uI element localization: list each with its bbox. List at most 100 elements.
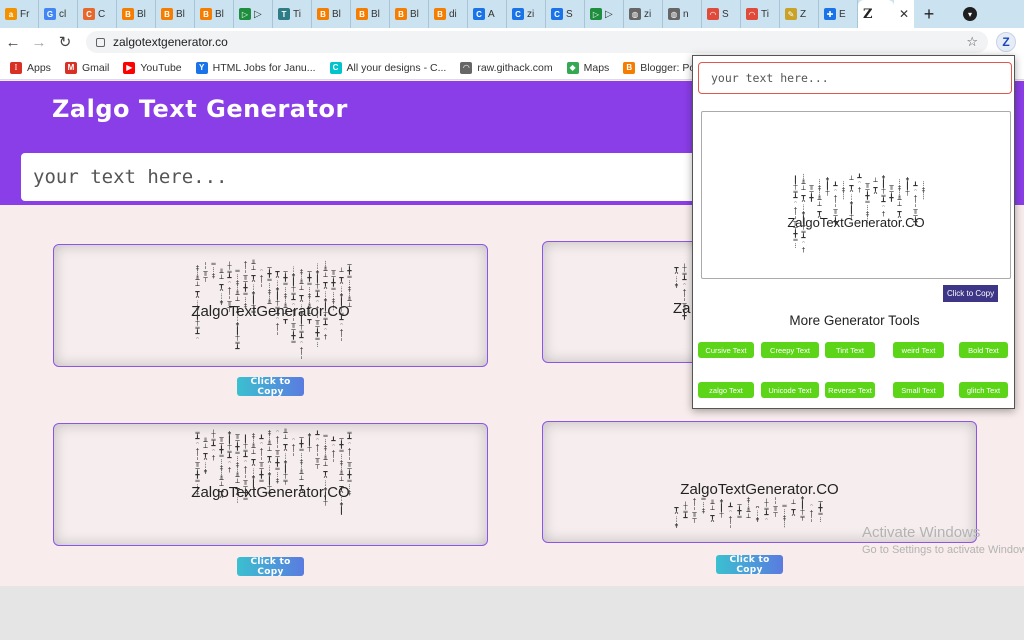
bookmark-item[interactable]: Y HTML Jobs for Janu... [195,61,316,74]
zalgo-glitch-marks: ┻ ᵔ † ╎ [331,437,336,463]
maps-icon: ◆ [566,61,579,74]
tool-button[interactable]: glitch Text [959,382,1008,398]
tab[interactable]: ◠ S [702,0,741,28]
tab[interactable]: ◍ zi [624,0,663,28]
youtube-icon: ▶ [123,61,136,74]
zalgo-glitch-marks: ┻ ᵔ † ╎ ╥ ┬ [315,431,320,469]
page-footer-area [0,586,1024,640]
bookmark-item[interactable]: ⁞ Apps [10,61,51,74]
address-bar[interactable]: zalgotextgenerator.co ☆ [86,31,988,53]
zalgo-glitch-marks: ┼ ╤ ┻ [683,502,688,522]
zalgo-glitch-marks: ǂ ┃ ┼ [825,176,830,196]
puzzle-icon: ✚ [824,8,836,20]
tab[interactable]: B Bl [312,0,351,28]
tool-button[interactable]: Creepy Text [761,342,819,358]
tab[interactable]: a Fr [0,0,39,28]
copy-button-3[interactable]: Click to Copy [237,557,304,577]
site-title: Zalgo Text Generator [52,95,348,123]
rainbow-icon: ◠ [746,8,758,20]
tool-button[interactable]: Reverse Text [825,382,875,398]
tab[interactable]: B Bl [351,0,390,28]
zalgo-glitch-marks: ╤ ┻ ᵔ † ╎ ╥ ┬ ╋ ═ ⁝ ‡ [195,429,200,497]
zalgo-glitch-marks: ┼ ╤ ┻ ᵔ † ╎ ╥ ┬ [227,262,232,312]
lock-icon [96,37,105,47]
tab[interactable]: T Ti [273,0,312,28]
back-icon[interactable]: ← [0,34,26,51]
blogger-icon: B [161,8,173,20]
zalgo-output-card[interactable]: ZalgoTextGenerator.CO ‡ ┊ ╨ ┴ ┳ ᴖ ⁞ ǂ ┃ … [53,244,488,367]
tab[interactable]: B Bl [156,0,195,28]
tab[interactable]: CA [468,0,507,28]
zalgo-glitch-marks: ǂ ┃ ┼ ╤ ┻ ᵔ † [881,174,886,218]
popup-output-box[interactable]: ZalgoTextGenerator.CO ┃ ┼ ╤ ┻ ᵔ † ╎ ╥ ┬ … [701,111,1011,279]
tab-title: Bl [137,8,146,20]
zalgo-glitch-marks: ┊ ╨ ┴ ┳ ᴖ ⁞ ǂ ┃ ┼ ╤ ┻ ᵔ † [323,261,328,341]
bookmark-label: raw.githack.com [477,61,553,74]
zalgo-glitch-marks: ┻ ᵔ † ╎ [728,503,733,529]
tab-list: a Fr Gcl C C B Bl B Bl B Bl ▷ ▷ T Ti B Bl B Bl B Bl Bdi C A Czi C… [0,0,858,28]
zalgo-glitch-marks: ═ ⁝ ‡ [211,260,216,280]
tool-button[interactable]: Tint Text [825,342,875,358]
sheets-icon: ▷ [239,8,251,20]
tab-search-icon[interactable]: ▾ [963,7,977,21]
tab[interactable]: CS [546,0,585,28]
tab[interactable]: ✎ Z [780,0,819,28]
zalgo-glitch-marks: ┼ ╤ ┻ ᵔ [764,499,769,525]
tool-button[interactable]: Unicode Text [761,382,819,398]
activate-windows-subtitle: Go to Settings to activate Windows. [862,544,1024,556]
popup-copy-button[interactable]: Click to Copy [943,285,998,302]
tab[interactable]: B Bl [390,0,429,28]
blogger-icon: B [122,8,134,20]
tab[interactable]: ◍ n [663,0,702,28]
tab[interactable]: B Bl [195,0,234,28]
zalgo-glitch-marks: ᵔ † ╎ [809,503,814,523]
tab[interactable]: B Bl [117,0,156,28]
sheets-icon: ▷ [590,8,602,20]
more-tools-heading: More Generator Tools [789,313,920,328]
close-tab-icon[interactable]: ✕ [894,0,914,28]
zalgo-card-text: ZalgoTextGenerator.CO [680,481,839,498]
extension-icon[interactable]: Z [996,32,1016,52]
tab-title: zi [527,8,535,20]
reload-icon[interactable]: ↻ [52,33,78,51]
copy-button-4[interactable]: Click to Copy [716,555,783,575]
tab[interactable]: ▷ ▷ [234,0,273,28]
tool-button[interactable]: zalgo Text [698,382,754,398]
tab[interactable]: CC [78,0,117,28]
bookmark-item[interactable]: M Gmail [64,61,109,74]
tab[interactable]: Czi [507,0,546,28]
forward-icon[interactable]: → [26,34,52,51]
bookmark-item[interactable]: ◆ Maps [566,61,609,74]
bookmark-star-icon[interactable]: ☆ [966,34,978,50]
tab[interactable]: ◠ Ti [741,0,780,28]
amazon-icon: a [5,8,17,20]
tab[interactable]: Bdi [429,0,468,28]
zalgo-output-card[interactable]: ZalgoTextGenerator.CO ╤ ┻ ᵔ † ╎ ╥ ┬ ╋ ═ … [53,423,488,546]
tab-title: Ti [761,8,769,20]
zalgo-glitch-marks: ┻ ᵔ † ╎ ╥ ┬ ╋ [913,182,918,226]
tools-icon: T [278,8,290,20]
tab[interactable]: ▷ ▷ [585,0,624,28]
google-icon: G [44,8,56,20]
bookmark-item[interactable]: ▶ YouTube [123,61,182,74]
zalgo-glitch-marks: ‡ ┊ ╨ ┴ ┳ ᴖ ⁞ ǂ ┃ ┼ ╤ ┻ ᵔ [195,264,200,344]
new-tab-icon[interactable]: + [914,4,944,25]
tab-active[interactable]: Z [858,0,894,28]
zalgo-glitch-marks: ┴ ┳ ᴖ ⁞ ǂ ┃ ┼ [849,176,854,220]
tool-button[interactable]: Bold Text [959,342,1008,358]
chrome-icon: C [473,8,485,20]
tab[interactable]: Gcl [39,0,78,28]
tool-button[interactable]: Cursive Text [698,342,754,358]
zalgo-glitch-marks: ╥ ┬ ╋ [809,182,814,202]
zalgo-glitch-marks: ┬ ╋ ═ ⁝ ‡ ┊ ╨ ┴ ┳ [307,268,312,324]
blogger-icon: B [395,8,407,20]
tool-button[interactable]: weird Text [893,342,944,358]
tool-button[interactable]: Small Text [893,382,944,398]
copy-button-1[interactable]: Click to Copy [237,377,304,397]
tab[interactable]: ✚ E [819,0,858,28]
bookmark-label: Apps [27,61,51,74]
bookmark-item[interactable]: C All your designs - C... [329,61,446,74]
popup-text-input[interactable] [698,62,1012,94]
bookmark-item[interactable]: ◠ raw.githack.com [460,61,553,74]
tab-title: n [683,8,689,20]
